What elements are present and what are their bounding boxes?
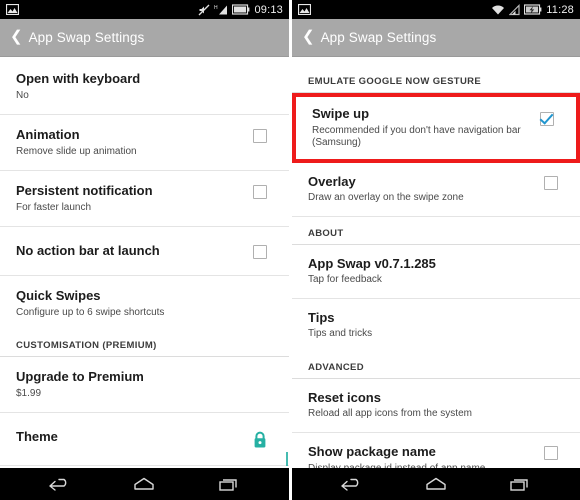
left-action-bar: ❮ App Swap Settings [0,19,289,57]
list-item-subtitle: No [16,89,29,101]
back-chevron-icon[interactable]: ❮ [300,30,321,45]
left-settings-list[interactable]: Open with keyboard No Animation Remove s… [0,57,289,468]
list-item-title: Animation [16,127,80,143]
list-item-title: Swipe up [312,106,370,121]
list-item-subtitle: Remove slide up animation [16,145,137,157]
list-item-title: Overlay [308,173,356,189]
left-status-bar: H 09:13 [0,0,289,19]
list-item-persistent-notification[interactable]: Persistent notification For faster launc… [0,171,289,228]
status-bar-notifications [298,4,311,15]
mute-vibrate-off-icon [199,4,210,15]
list-item-theme[interactable]: Theme [0,413,289,467]
home-icon [134,477,155,490]
dual-screenshot-container: H 09:13 ❮ App Swap Settings Open with ke [0,0,580,500]
list-item-subtitle: Reload all app icons from the system [308,408,472,420]
list-item-subtitle: Configure up to 6 swipe shortcuts [16,306,165,318]
screenshot-image-icon [6,4,19,15]
status-bar-system-icons: H 09:13 [198,4,283,16]
list-item-subtitle: Tips and tricks [308,328,373,340]
list-item-quick-swipes[interactable]: Quick Swipes Configure up to 6 swipe sho… [0,276,289,330]
list-item-title: Persistent notification [16,183,153,199]
right-action-bar: ❮ App Swap Settings [292,19,580,57]
status-bar-clock: 11:28 [546,3,574,16]
nav-back-button[interactable] [331,475,373,493]
persistent-notification-checkbox[interactable] [253,185,267,200]
left-phone-screen: H 09:13 ❮ App Swap Settings Open with ke [0,0,289,500]
list-item-price: $1.99 [16,387,42,399]
lock-icon [254,432,266,448]
section-header-emulate-google-now-gesture: EMULATE GOOGLE NOW GESTURE [292,57,580,93]
back-icon [341,478,359,491]
nav-home-button[interactable] [123,475,165,493]
list-item-overlay[interactable]: Overlay Draw an overlay on the swipe zon… [292,162,580,217]
right-navigation-bar [292,468,580,500]
list-item-subtitle: Recommended if you don't have navigation… [312,124,521,149]
back-icon [49,478,67,491]
screenshot-image-icon [298,4,311,15]
nav-recents-button[interactable] [208,475,250,493]
hspa-signal-icon: H [214,5,228,14]
nav-recents-button[interactable] [499,475,541,493]
no-action-bar-checkbox[interactable] [253,245,267,260]
nav-back-button[interactable] [39,475,81,493]
list-item-subtitle: Display package id instead of app name [308,463,534,468]
animation-checkbox[interactable] [253,129,267,144]
section-header-customisation: CUSTOMISATION (PREMIUM) [0,329,289,358]
battery-85-icon [232,4,250,15]
status-bar-system-icons: 11:28 [491,4,574,16]
section-header-about: ABOUT [292,216,580,245]
battery-charging-icon [524,4,542,15]
list-item-subtitle: Tap for feedback [308,274,382,286]
list-item-title: Open with keyboard [16,71,141,86]
list-item-open-with-keyboard[interactable]: Open with keyboard No [0,57,289,116]
list-item-animation[interactable]: Animation Remove slide up animation [0,115,289,172]
nav-home-button[interactable] [415,475,457,493]
list-item-show-package-name[interactable]: Show package name Display package id ins… [292,432,580,468]
list-item-swipe-up[interactable]: Swipe up Recommended if you don't have n… [296,97,576,159]
list-item-no-action-bar[interactable]: No action bar at launch [0,227,289,277]
list-item-title: Upgrade to Premium [16,369,144,385]
recents-icon [219,479,237,491]
right-phone-screen: 11:28 ❮ App Swap Settings EMULATE GOOGLE… [292,0,580,500]
swipe-up-checkbox[interactable] [540,112,554,126]
list-item-title: Show package name [308,443,436,459]
status-bar-clock: 09:13 [254,3,283,16]
overlay-checkbox[interactable] [544,175,558,190]
swipe-up-highlight-box: Swipe up Recommended if you don't have n… [292,93,580,163]
home-icon [426,477,446,490]
wifi-icon [492,5,505,14]
status-bar-notifications [6,4,19,15]
back-chevron-icon[interactable]: ❮ [8,30,29,45]
list-item-subtitle: For faster launch [16,201,92,213]
list-item-upgrade-to-premium[interactable]: Upgrade to Premium $1.99 [0,357,289,414]
list-item-title: App Swap v0.7.1.285 [308,255,436,271]
list-item-subtitle: Draw an overlay on the swipe zone [308,192,464,204]
list-item-title: Tips [308,309,335,325]
recents-icon [510,479,528,491]
list-item-title: Quick Swipes [16,288,101,304]
list-item-title: No action bar at launch [16,243,160,259]
list-item-title: Reset icons [308,389,381,405]
section-header-advanced: ADVANCED [292,350,580,379]
left-navigation-bar [0,468,289,500]
signal-icon [509,3,520,15]
right-settings-list[interactable]: EMULATE GOOGLE NOW GESTURE Swipe up Reco… [292,57,580,468]
list-item-title: Theme [16,429,58,445]
page-title: App Swap Settings [320,30,437,45]
list-item-app-version[interactable]: App Swap v0.7.1.285 Tap for feedback [292,244,580,299]
svg-text:H: H [214,5,218,11]
scroll-indicator[interactable] [286,452,288,466]
list-item-reset-icons[interactable]: Reset icons Reload all app icons from th… [292,378,580,433]
show-package-name-checkbox[interactable] [544,445,558,460]
list-item-tips[interactable]: Tips Tips and tricks [292,298,580,351]
page-title: App Swap Settings [28,30,145,45]
right-status-bar: 11:28 [292,0,580,19]
